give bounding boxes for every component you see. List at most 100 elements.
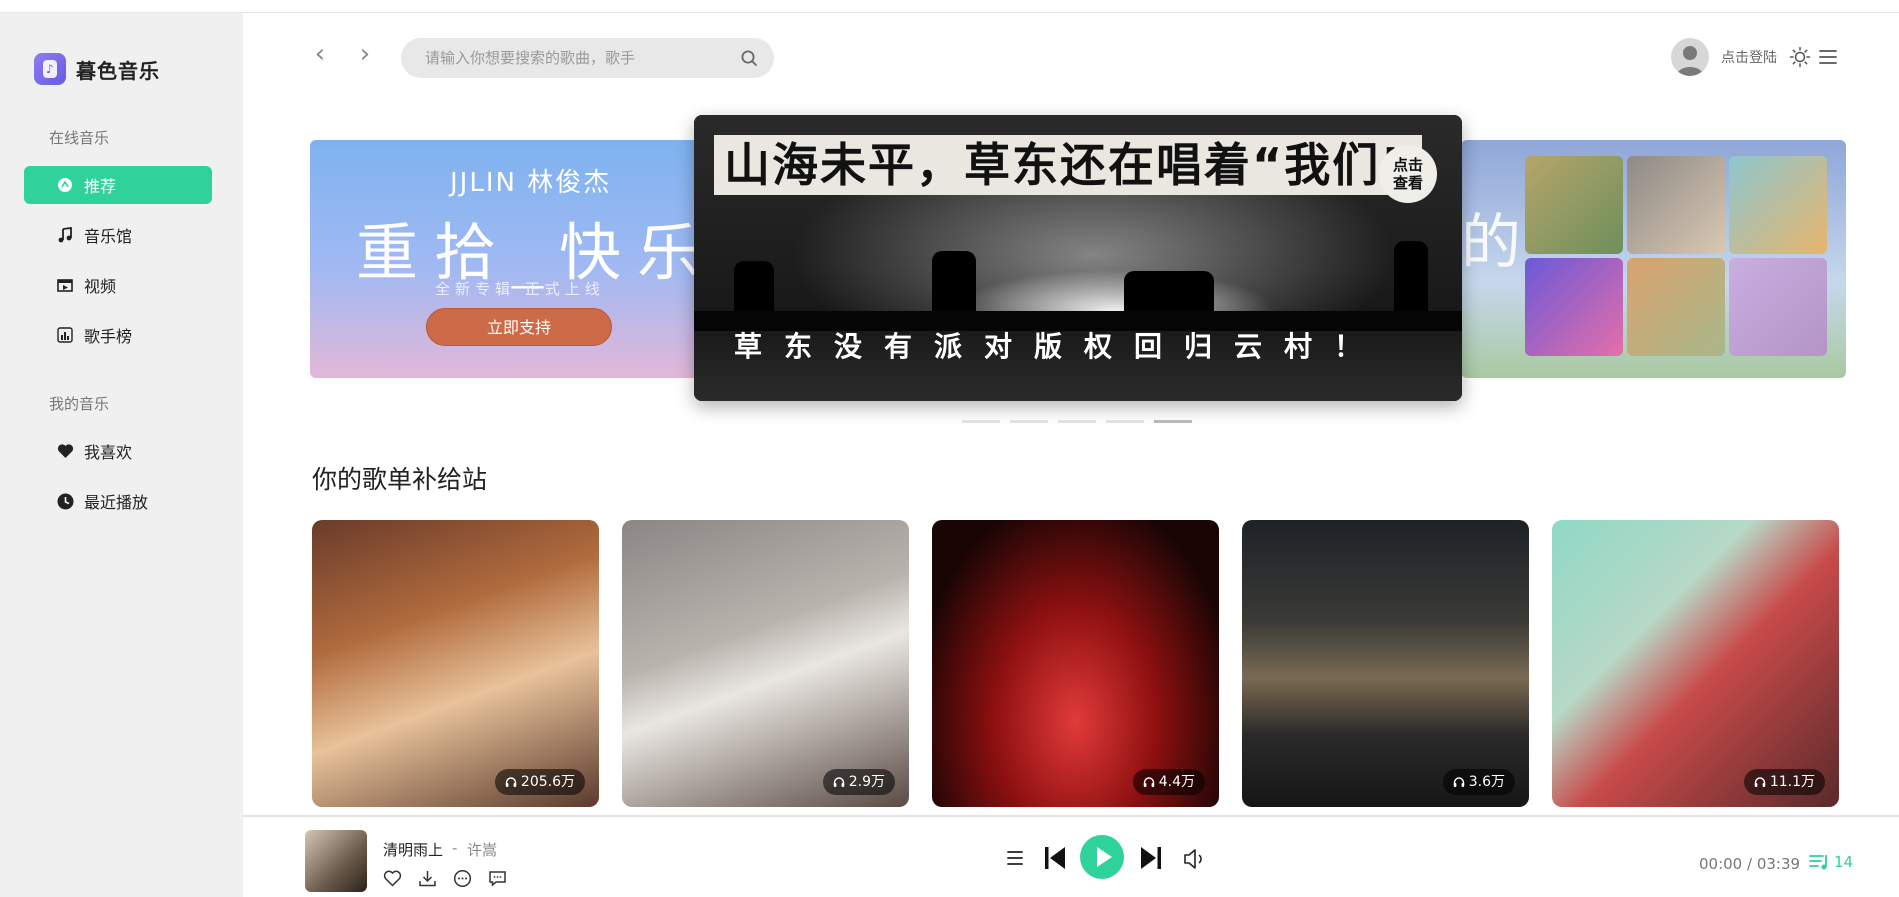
avatar[interactable] (1671, 38, 1709, 76)
sidebar-item-music-hall[interactable]: 音乐馆 (24, 216, 212, 254)
headphone-icon (505, 777, 517, 787)
playlist-card[interactable]: 4.4万 (932, 520, 1219, 807)
album-thumb (1525, 258, 1623, 356)
clock-icon (56, 492, 74, 510)
album-thumb (1525, 156, 1623, 254)
like-icon[interactable] (383, 869, 402, 888)
banner-left[interactable]: JJLIN 林俊杰 重拾_快乐 全新专辑 正式上线 立即支持 (310, 140, 710, 378)
badge-line: 点击 (1392, 156, 1423, 174)
search-input[interactable] (425, 49, 740, 67)
search-bar (401, 38, 774, 78)
sidebar-item-singer-chart[interactable]: 歌手榜 (24, 316, 212, 354)
album-thumb (1627, 156, 1725, 254)
song-actions (383, 869, 507, 888)
heart-icon (56, 442, 74, 460)
queue-icon (1809, 855, 1827, 870)
headphone-icon (1143, 777, 1154, 787)
play-count-badge: 4.4万 (1132, 769, 1205, 795)
sidebar: ♪ 暮色音乐 在线音乐 推荐 音乐馆 视频 歌手榜 我的音乐 我喜欢 最近播放 (0, 13, 243, 897)
song-artist[interactable]: 许嵩 (467, 839, 497, 860)
video-icon (56, 276, 74, 294)
sidebar-item-label: 推荐 (84, 177, 117, 196)
support-button[interactable]: 立即支持 (426, 308, 612, 346)
sidebar-item-video[interactable]: 视频 (24, 266, 212, 304)
sidebar-item-favorites[interactable]: 我喜欢 (24, 432, 212, 470)
sidebar-item-recent[interactable]: 最近播放 (24, 482, 212, 520)
album-grid (1525, 156, 1827, 356)
playlist-card[interactable]: 2.9万 (622, 520, 909, 807)
album-thumb (1729, 156, 1827, 254)
headphone-icon (1453, 777, 1464, 787)
banner-center[interactable]: 山海未平，草东还在唱着“我们” 点击 查看 草东没有派对版权回归云村！ (694, 115, 1462, 401)
download-icon[interactable] (418, 869, 437, 888)
banner-right[interactable]: 的 (1461, 140, 1846, 378)
next-icon[interactable] (1139, 845, 1163, 871)
duration: 03:39 (1756, 855, 1801, 873)
search-icon[interactable] (740, 49, 758, 67)
song-cover[interactable] (305, 830, 367, 892)
sidebar-item-label: 歌手榜 (84, 327, 133, 346)
previous-icon[interactable] (1043, 845, 1067, 871)
queue-count: 14 (1834, 853, 1854, 871)
play-count: 4.4万 (1158, 774, 1195, 790)
banner-right-glyph: 的 (1461, 208, 1521, 278)
brand[interactable]: ♪ 暮色音乐 (34, 53, 160, 85)
sun-icon[interactable] (1789, 46, 1811, 68)
section-title: 你的歌单补给站 (312, 465, 488, 494)
carousel-dots (962, 420, 1192, 423)
comment-icon[interactable] (488, 869, 507, 888)
more-icon[interactable] (453, 869, 472, 888)
banner-center-title: 山海未平，草东还在唱着“我们” (714, 135, 1423, 195)
album-thumb (1627, 258, 1725, 356)
play-count: 2.9万 (848, 774, 885, 790)
section-title-my-music: 我的音乐 (49, 395, 110, 413)
sidebar-item-recommend[interactable]: 推荐 (24, 166, 212, 204)
play-count-badge: 11.1万 (1743, 769, 1825, 795)
current-time: 00:00 (1699, 855, 1743, 873)
recommend-icon (56, 176, 74, 194)
sidebar-item-label: 最近播放 (84, 493, 149, 512)
player-bar: 清明雨上 - 许嵩 00:00 / 03:39 14 (243, 815, 1899, 897)
sidebar-item-label: 我喜欢 (84, 443, 133, 462)
section-title-online: 在线音乐 (49, 129, 110, 147)
carousel-dot[interactable] (1058, 420, 1096, 423)
sidebar-item-label: 视频 (84, 277, 117, 296)
play-button[interactable] (1080, 835, 1124, 879)
banner-center-subtitle: 草东没有派对版权回归云村！ (734, 330, 1385, 363)
forward-arrow-icon[interactable]: › (353, 41, 377, 67)
view-badge[interactable]: 点击 查看 (1379, 145, 1437, 203)
play-count-badge: 205.6万 (494, 769, 585, 795)
playlist-card[interactable]: 3.6万 (1242, 520, 1529, 807)
play-count: 205.6万 (520, 774, 575, 790)
login-link[interactable]: 点击登陆 (1721, 47, 1777, 67)
headphone-icon (833, 777, 844, 787)
play-count: 11.1万 (1769, 774, 1815, 790)
badge-line: 查看 (1392, 174, 1423, 192)
chart-icon (56, 326, 74, 344)
carousel-dot[interactable] (962, 420, 1000, 423)
queue-button[interactable]: 14 (1809, 853, 1853, 871)
carousel-dot[interactable] (1010, 420, 1048, 423)
banner-artist: JJLIN 林俊杰 (450, 168, 612, 198)
sidebar-item-label: 音乐馆 (84, 227, 133, 246)
song-title[interactable]: 清明雨上 (383, 839, 443, 860)
music-note-icon (56, 226, 74, 244)
play-count: 3.6万 (1468, 774, 1505, 790)
menu-icon[interactable] (1818, 47, 1838, 67)
volume-icon[interactable] (1183, 848, 1207, 870)
playlist-card[interactable]: 205.6万 (312, 520, 599, 807)
time-separator: / (1742, 855, 1757, 873)
app-logo-icon: ♪ (34, 53, 66, 85)
playback-time: 00:00 / 03:39 (1699, 855, 1800, 873)
playlist-card[interactable]: 11.1万 (1552, 520, 1839, 807)
play-count-badge: 3.6万 (1442, 769, 1515, 795)
album-thumb (1729, 258, 1827, 356)
app-name: 暮色音乐 (76, 58, 160, 83)
back-arrow-icon[interactable]: ‹ (308, 41, 332, 67)
carousel-dot[interactable] (1106, 420, 1144, 423)
playlist-mode-icon[interactable] (1006, 848, 1026, 868)
banner-subtitle: 全新专辑 正式上线 (435, 280, 605, 298)
carousel-dot-active[interactable] (1154, 420, 1192, 423)
song-separator: - (452, 839, 458, 857)
window-top-border (0, 0, 1899, 13)
